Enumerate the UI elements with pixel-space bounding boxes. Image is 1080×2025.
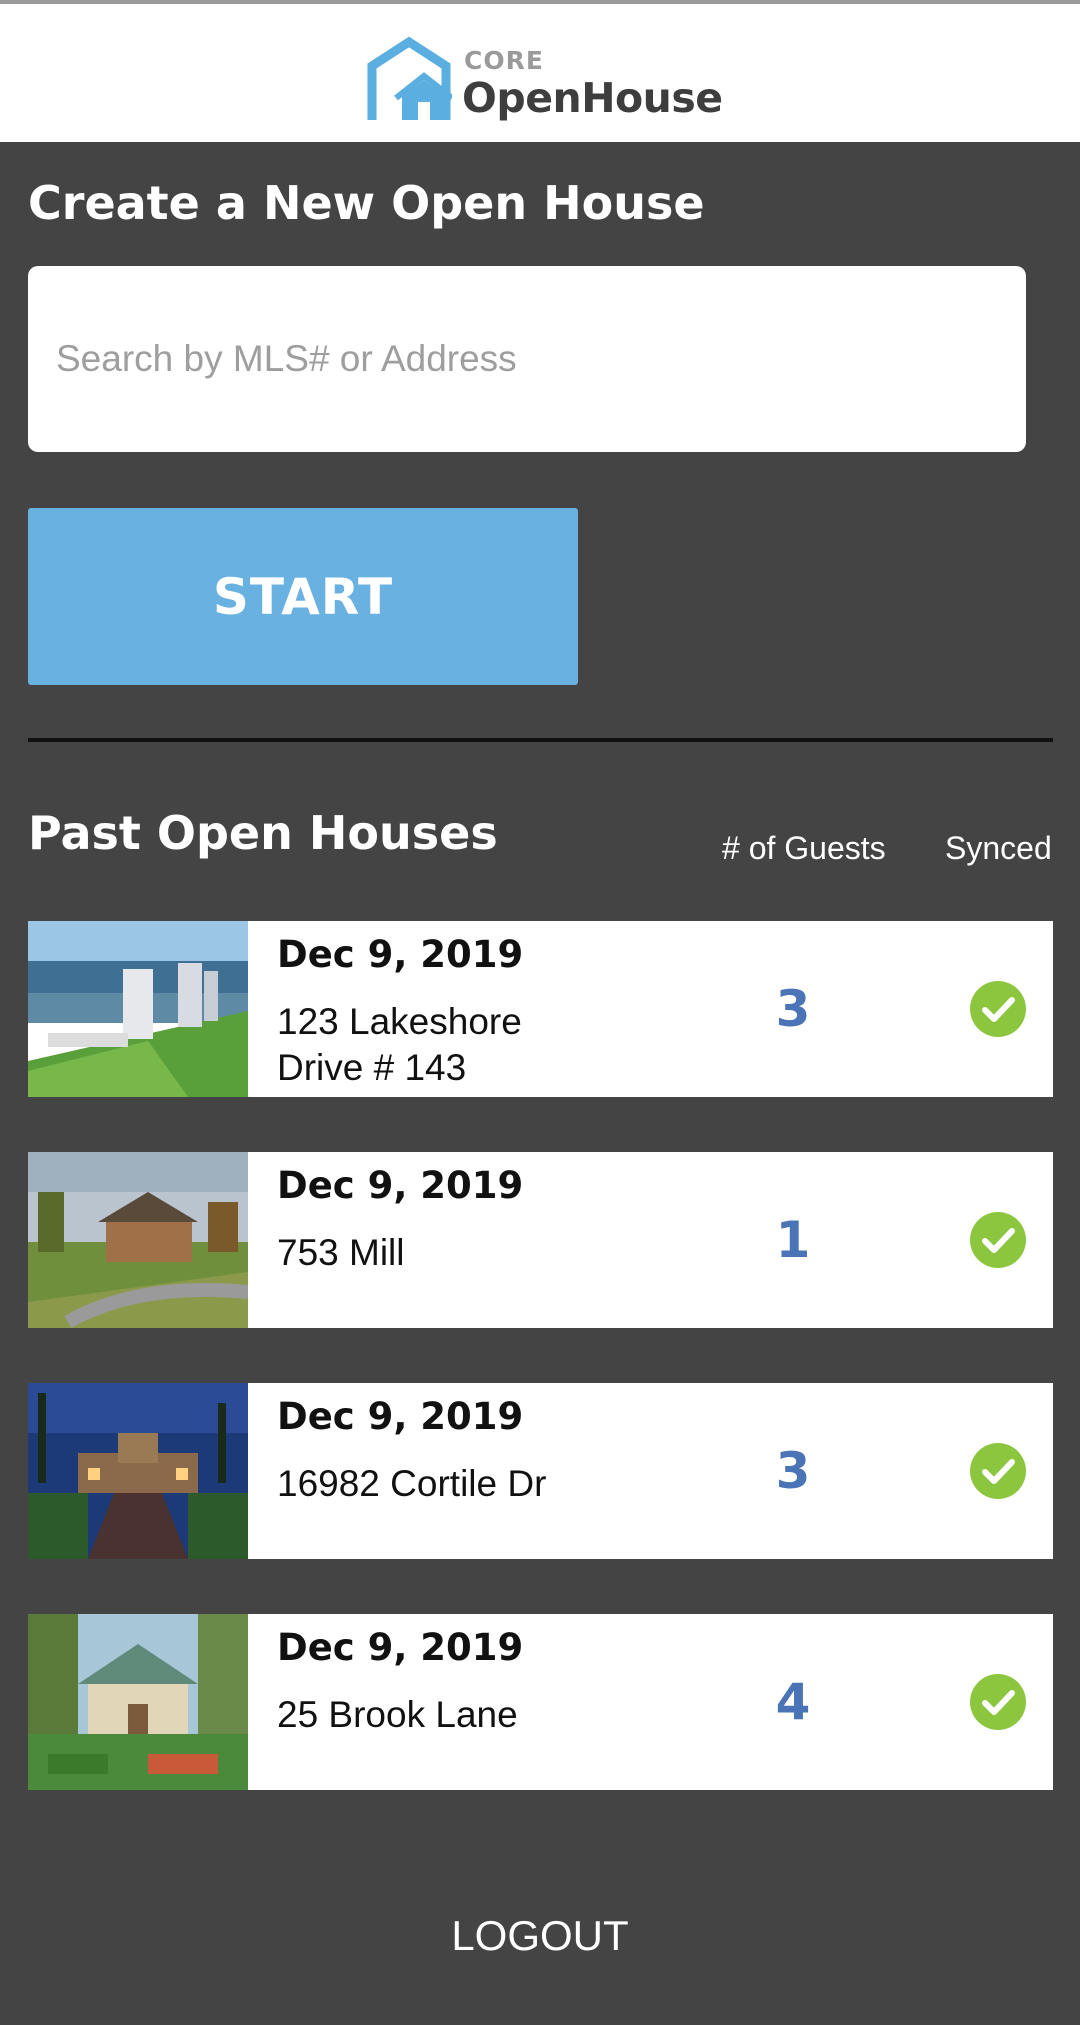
logout-button[interactable]: LOGOUT	[0, 1912, 1080, 1960]
logo-small-text: CORE	[464, 46, 544, 75]
row-date: Dec 9, 2019	[277, 1626, 524, 1669]
property-photo	[28, 1614, 248, 1790]
row-date: Dec 9, 2019	[277, 933, 524, 976]
app-header: CORE OpenHouse	[0, 0, 1080, 142]
row-guest-count: 3	[775, 980, 811, 1038]
search-input[interactable]	[28, 266, 1026, 452]
synced-column-header: Synced	[945, 830, 1052, 866]
search-box	[28, 266, 1026, 452]
open-house-row[interactable]: Dec 9, 2019 16982 Cortile Dr 3	[28, 1383, 1053, 1559]
open-house-row[interactable]: Dec 9, 2019 25 Brook Lane 4	[28, 1614, 1053, 1790]
logo-main-text: OpenHouse	[462, 74, 723, 122]
property-photo	[28, 921, 248, 1097]
row-address: 25 Brook Lane	[277, 1694, 518, 1735]
open-house-row[interactable]: Dec 9, 2019 753 Mill 1	[28, 1152, 1053, 1328]
row-guest-count: 4	[775, 1673, 811, 1731]
row-guest-count: 1	[775, 1211, 811, 1269]
row-address: 753 Mill	[277, 1232, 405, 1273]
check-circle-icon	[970, 1212, 1026, 1268]
check-circle-icon	[970, 1674, 1026, 1730]
row-address: 123 Lakeshore Drive # 143	[277, 1001, 522, 1088]
section-divider	[28, 738, 1053, 742]
open-house-row[interactable]: Dec 9, 2019 123 Lakeshore Drive # 143 3	[28, 921, 1053, 1097]
house-logo-icon	[367, 36, 452, 120]
row-date: Dec 9, 2019	[277, 1395, 524, 1438]
guests-column-header: # of Guests	[722, 830, 886, 866]
row-guest-count: 3	[775, 1442, 811, 1500]
check-circle-icon	[970, 981, 1026, 1037]
row-address: 16982 Cortile Dr	[277, 1463, 547, 1504]
property-photo	[28, 1152, 248, 1328]
start-button[interactable]: START	[28, 508, 578, 685]
property-photo	[28, 1383, 248, 1559]
row-date: Dec 9, 2019	[277, 1164, 524, 1207]
create-open-house-title: Create a New Open House	[28, 176, 705, 230]
app-logo: CORE OpenHouse	[366, 32, 726, 128]
check-circle-icon	[970, 1443, 1026, 1499]
past-open-houses-title: Past Open Houses	[28, 806, 498, 860]
